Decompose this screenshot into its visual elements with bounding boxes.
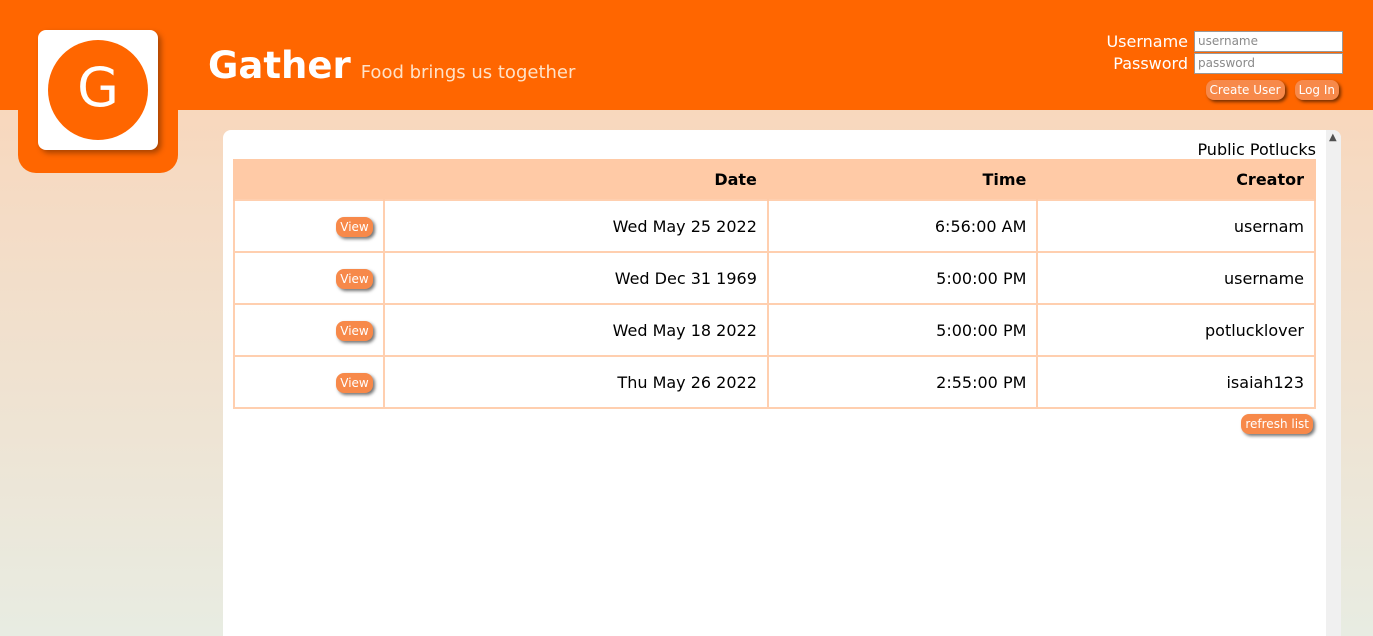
log-in-button[interactable]: Log In [1294, 80, 1339, 100]
creator-cell: isaiah123 [1036, 355, 1316, 409]
potlucks-panel: ▲ Public Potlucks Date Time Creator View… [223, 130, 1341, 636]
password-row: Password [1103, 52, 1343, 74]
password-input[interactable] [1194, 52, 1343, 74]
username-label: Username [1106, 31, 1188, 51]
panel-title: Public Potlucks [1197, 140, 1316, 159]
date-cell: Wed May 18 2022 [382, 303, 769, 357]
refresh-list-button[interactable]: refresh list [1241, 414, 1313, 434]
app-tagline: Food brings us together [360, 62, 576, 83]
table-row: View Wed May 18 2022 5:00:00 PM potluckl… [233, 303, 1316, 357]
table-row: View Wed May 25 2022 6:56:00 AM usernam [233, 199, 1316, 253]
app-title: Gather [208, 44, 351, 87]
view-button[interactable]: View [336, 216, 373, 237]
date-cell: Wed Dec 31 1969 [382, 251, 769, 305]
username-row: Username [1103, 30, 1343, 52]
refresh-wrap: refresh list [1241, 413, 1313, 434]
login-form: Username Password Create User Log In [1103, 30, 1343, 100]
view-cell: View [233, 251, 385, 305]
creator-cell: username [1036, 251, 1316, 305]
login-buttons: Create User Log In [1103, 80, 1339, 100]
table-row: View Wed Dec 31 1969 5:00:00 PM username [233, 251, 1316, 305]
create-user-button[interactable]: Create User [1205, 80, 1285, 100]
time-cell: 6:56:00 AM [766, 199, 1039, 253]
view-button[interactable]: View [336, 268, 373, 289]
column-header-time: Time [766, 159, 1039, 200]
top-header: Gather Food brings us together Username … [0, 0, 1373, 110]
password-label: Password [1113, 53, 1188, 73]
logo-letter: G [77, 56, 119, 119]
time-cell: 5:00:00 PM [766, 251, 1039, 305]
view-cell: View [233, 355, 385, 409]
logo: G [38, 30, 158, 150]
column-header-creator: Creator [1036, 159, 1316, 200]
column-header-date: Date [382, 159, 769, 200]
brand: Gather Food brings us together [208, 44, 575, 87]
view-button[interactable]: View [336, 372, 373, 393]
username-input[interactable] [1194, 30, 1343, 52]
creator-cell: potlucklover [1036, 303, 1316, 357]
time-cell: 2:55:00 PM [766, 355, 1039, 409]
table-row: View Thu May 26 2022 2:55:00 PM isaiah12… [233, 355, 1316, 409]
column-header-actions [233, 159, 385, 200]
vertical-scrollbar[interactable]: ▲ [1326, 130, 1341, 636]
creator-cell: usernam [1036, 199, 1316, 253]
time-cell: 5:00:00 PM [766, 303, 1039, 357]
date-cell: Wed May 25 2022 [382, 199, 769, 253]
view-cell: View [233, 199, 385, 253]
potlucks-table: Date Time Creator View Wed May 25 2022 6… [233, 159, 1316, 409]
logo-circle: G [48, 40, 148, 140]
table-header-row: Date Time Creator [233, 159, 1316, 200]
view-cell: View [233, 303, 385, 357]
view-button[interactable]: View [336, 320, 373, 341]
chevron-up-icon[interactable]: ▲ [1329, 132, 1337, 143]
date-cell: Thu May 26 2022 [382, 355, 769, 409]
